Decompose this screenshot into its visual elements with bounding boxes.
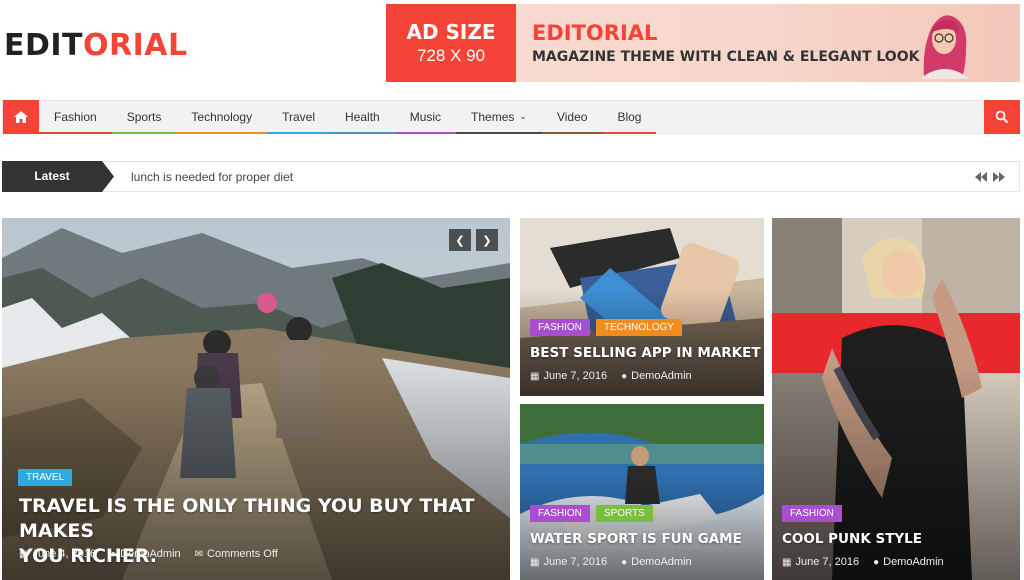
card-app-title[interactable]: BEST SELLING APP IN MARKET: [530, 345, 761, 361]
post-author-text: DemoAdmin: [631, 370, 692, 382]
post-author[interactable]: ● DemoAdmin: [110, 548, 181, 560]
nav-item-label: Technology: [191, 109, 253, 124]
chevron-right-icon: ❯: [482, 234, 492, 247]
home-button[interactable]: [3, 100, 39, 134]
slider-controls: ❮ ❯: [449, 229, 498, 251]
post-comments-text: Comments Off: [207, 548, 278, 560]
chevron-down-icon: ⌄: [519, 111, 527, 121]
search-icon: [995, 110, 1009, 124]
card-punk-title[interactable]: COOL PUNK STYLE: [782, 531, 922, 547]
nav-item-label: Themes: [471, 109, 515, 124]
logo-text-red: ORIAL: [83, 28, 188, 63]
nav-item-label: Travel: [282, 109, 316, 124]
nav-item-label: Blog: [617, 109, 642, 124]
featured-title-line1: TRAVEL IS THE ONLY THING YOU BUY THAT MA…: [19, 495, 475, 542]
card-app-categories: FASHION TECHNOLOGY: [530, 319, 682, 336]
featured-meta: ▦ June 4, 2016 ● DemoAdmin ✉ Comments Off: [19, 548, 278, 560]
user-icon: ●: [873, 557, 880, 568]
main-navigation: Fashion Sports Technology Travel Health …: [2, 100, 1020, 134]
latest-label-block: Latest: [2, 161, 114, 192]
calendar-icon: ▦: [782, 557, 792, 568]
nav-item-label: Health: [345, 109, 380, 124]
post-date: ▦ June 7, 2016: [782, 556, 859, 568]
nav-item-label: Sports: [126, 109, 162, 124]
post-date-text: June 4, 2016: [32, 548, 97, 560]
ticker-headline[interactable]: lunch is needed for proper diet: [131, 162, 293, 192]
header-ad-banner[interactable]: AD SIZE 728 X 90 EDITORIAL MAGAZINE THEM…: [386, 4, 1020, 82]
post-date-text: June 7, 2016: [543, 556, 608, 568]
nav-item-sports[interactable]: Sports: [111, 101, 177, 134]
calendar-icon: ▦: [530, 557, 540, 568]
card-punk-shade: [772, 362, 1020, 580]
nav-item-label: Fashion: [54, 109, 97, 124]
nav-item-technology[interactable]: Technology: [176, 101, 268, 134]
slider-next-button[interactable]: ❯: [476, 229, 498, 251]
nav-item-video[interactable]: Video: [541, 101, 603, 134]
user-icon: ●: [621, 371, 628, 382]
latest-label: Latest: [34, 169, 70, 183]
post-author-text: DemoAdmin: [631, 556, 692, 568]
post-author-text: DemoAdmin: [120, 548, 181, 560]
nav-item-label: Music: [409, 109, 442, 124]
slider-prev-button[interactable]: ❮: [449, 229, 471, 251]
ad-text-block: EDITORIAL MAGAZINE THEME WITH CLEAN & EL…: [516, 4, 919, 82]
post-card-water[interactable]: FASHION SPORTS WATER SPORT IS FUN GAME ▦…: [520, 404, 764, 580]
latest-news-ticker: Latest lunch is needed for proper diet: [2, 161, 1020, 192]
user-icon: ●: [110, 549, 117, 560]
card-water-categories: FASHION SPORTS: [530, 505, 653, 522]
nav-item-blog[interactable]: Blog: [602, 101, 657, 134]
post-date-text: June 7, 2016: [795, 556, 860, 568]
post-author[interactable]: ● DemoAdmin: [621, 556, 692, 568]
ad-brand: EDITORIAL: [532, 21, 658, 45]
nav-item-health[interactable]: Health: [330, 101, 395, 134]
category-badge-fashion[interactable]: FASHION: [530, 505, 590, 522]
post-author[interactable]: ● DemoAdmin: [873, 556, 944, 568]
comment-icon: ✉: [194, 549, 204, 560]
ad-woman-photo: [920, 15, 970, 79]
ad-dimensions: 728 X 90: [416, 46, 486, 65]
search-button[interactable]: [984, 100, 1020, 134]
card-punk-meta: ▦ June 7, 2016 ● DemoAdmin: [782, 556, 944, 568]
post-date: ▦ June 7, 2016: [530, 370, 607, 382]
nav-item-travel[interactable]: Travel: [267, 101, 331, 134]
nav-item-music[interactable]: Music: [394, 101, 457, 134]
card-app-meta: ▦ June 7, 2016 ● DemoAdmin: [530, 370, 692, 382]
card-punk-categories: FASHION: [782, 505, 842, 522]
card-water-title[interactable]: WATER SPORT IS FUN GAME: [530, 531, 742, 547]
ad-tagline: MAGAZINE THEME WITH CLEAN & ELEGANT LOOK: [532, 49, 920, 65]
site-logo[interactable]: EDITORIAL: [4, 28, 188, 63]
chevron-right-icon[interactable]: [993, 172, 1005, 182]
nav-menu: Fashion Sports Technology Travel Health …: [39, 101, 657, 134]
category-badge-sports[interactable]: SPORTS: [595, 505, 653, 522]
category-badge-travel[interactable]: TRAVEL: [18, 469, 73, 486]
chevron-left-icon: ❮: [455, 234, 465, 247]
nav-item-themes[interactable]: Themes ⌄: [456, 101, 542, 134]
calendar-icon: ▦: [530, 371, 540, 382]
chevron-left-icon[interactable]: [975, 172, 987, 182]
post-date-text: June 7, 2016: [543, 370, 608, 382]
category-badge-fashion[interactable]: FASHION: [782, 505, 842, 522]
post-date: ▦ June 7, 2016: [530, 556, 607, 568]
ticker-controls: [975, 162, 1005, 192]
user-icon: ●: [621, 557, 628, 568]
post-card-punk[interactable]: FASHION COOL PUNK STYLE ▦ June 7, 2016 ● D…: [772, 218, 1020, 580]
post-date: ▦ June 4, 2016: [19, 548, 96, 560]
home-icon: [14, 111, 28, 123]
featured-categories: TRAVEL: [18, 469, 73, 486]
nav-item-fashion[interactable]: Fashion: [39, 101, 112, 134]
category-badge-technology[interactable]: TECHNOLOGY: [595, 319, 682, 336]
card-water-meta: ▦ June 7, 2016 ● DemoAdmin: [530, 556, 692, 568]
post-card-app[interactable]: FASHION TECHNOLOGY BEST SELLING APP IN M…: [520, 218, 764, 396]
post-author-text: DemoAdmin: [883, 556, 944, 568]
post-comments[interactable]: ✉ Comments Off: [195, 548, 278, 560]
logo-text-dark: EDIT: [4, 28, 84, 63]
category-badge-fashion[interactable]: FASHION: [530, 319, 590, 336]
post-author[interactable]: ● DemoAdmin: [621, 370, 692, 382]
ad-size-block: AD SIZE 728 X 90: [386, 4, 516, 82]
nav-item-label: Video: [556, 109, 588, 124]
featured-post-card[interactable]: ❮ ❯ TRAVEL TRAVEL IS THE ONLY THING YOU …: [2, 218, 510, 580]
ad-size-label: AD SIZE: [406, 20, 496, 44]
calendar-icon: ▦: [19, 549, 29, 560]
